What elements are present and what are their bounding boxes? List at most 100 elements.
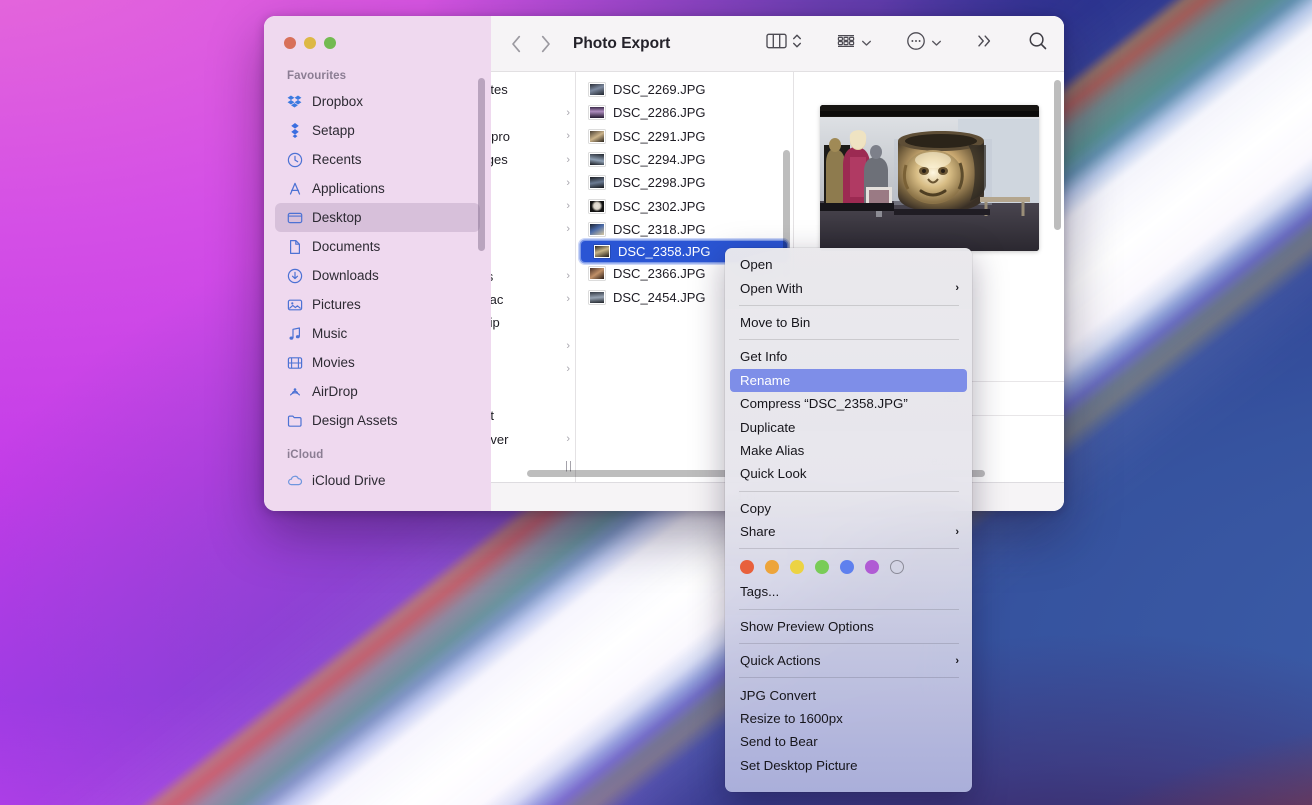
sidebar-item-recents[interactable]: Recents [275,145,480,174]
tag-colour-button[interactable] [840,560,854,574]
view-stepper-icon[interactable] [792,32,802,55]
sidebar-item-music[interactable]: Music [275,319,480,348]
menu-item[interactable]: Tags... [725,580,972,603]
menu-item[interactable]: Quick Actions› [725,649,972,672]
column1-row[interactable] [491,241,576,264]
column1-row[interactable]: es› [491,171,576,194]
column1-row[interactable]: › [491,218,576,241]
menu-item[interactable]: Share› [725,520,972,543]
menu-item-label: JPG Convert [740,688,816,703]
tag-colour-button[interactable] [765,560,779,574]
menu-item[interactable]: Duplicate [725,415,972,438]
file-row[interactable]: DSC_2302.JPG [576,194,793,217]
file-row[interactable]: DSC_2294.JPG [576,148,793,171]
menu-item[interactable]: JPG Convert [725,683,972,706]
column1-row[interactable]: iff› [491,334,576,357]
sidebar-item-desktop[interactable]: Desktop [275,203,480,232]
menu-item[interactable]: Show Preview Options [725,615,972,638]
tag-colour-button[interactable] [740,560,754,574]
column1-row-label: eensaver [491,432,559,447]
search-icon[interactable] [1028,31,1048,56]
column1-row[interactable] [491,381,576,404]
column1-row[interactable]: e images› [491,148,576,171]
sidebar-scroll-area[interactable]: Favourites Dropbox Setapp Recents Applic… [264,49,491,495]
tag-colour-button[interactable] [815,560,829,574]
menu-item[interactable]: Open [725,253,972,276]
sidebar-item-movies[interactable]: Movies [275,348,480,377]
context-menu[interactable]: OpenOpen With›Move to BinGet InfoRenameC… [725,248,972,792]
sidebar-item-label: iCloud Drive [312,473,386,488]
file-row[interactable]: DSC_2291.JPG [576,125,793,148]
column1-vertical-scrollbar[interactable] [478,78,485,251]
column1-row[interactable]: rpods pro› [491,125,576,148]
sidebar-item-icloud-drive[interactable]: iCloud Drive [275,466,480,495]
menu-item[interactable]: Quick Look [725,462,972,485]
actions-control[interactable] [906,31,942,56]
file-row[interactable]: DSC_2298.JPG [576,171,793,194]
cloud-icon [286,472,303,489]
more-actions-icon[interactable] [906,31,926,56]
column-view-icon[interactable] [766,32,787,55]
chevron-down-icon[interactable] [931,35,942,53]
file-row[interactable]: DSC_2269.JPG [576,78,793,101]
menu-item[interactable]: Get Info [725,345,972,368]
sidebar-item-setapp[interactable]: Setapp [275,116,480,145]
column1-row[interactable]: ost.odt [491,404,576,427]
tag-none-button[interactable] [890,560,904,574]
overflow-control[interactable] [976,33,994,54]
sidebar-item-documents[interactable]: Documents [275,232,480,261]
zoom-button[interactable] [324,37,336,49]
window-controls[interactable] [264,16,491,49]
menu-item[interactable]: Make Alias [725,439,972,462]
column1-row[interactable]: › [491,358,576,381]
finder-sidebar[interactable]: Favourites Dropbox Setapp Recents Applic… [264,16,491,511]
finder-column-1[interactable]: prewritesm1 vs›rpods pro›e images›es›››m… [491,72,576,482]
column1-row[interactable]: macos› [491,264,576,287]
menu-item[interactable]: Open With› [725,276,972,299]
finder-toolbar[interactable]: Photo Export [491,16,1064,72]
applications-icon [286,180,303,197]
sidebar-item-downloads[interactable]: Downloads [275,261,480,290]
tag-colour-row[interactable] [725,554,972,580]
column1-row[interactable]: mac.zip [491,311,576,334]
menu-item[interactable]: Rename [730,369,967,392]
sidebar-item-pictures[interactable]: Pictures [275,290,480,319]
menu-item[interactable]: Compress “DSC_2358.JPG” [725,392,972,415]
close-button[interactable] [284,37,296,49]
overflow-chevrons-icon[interactable] [976,33,994,54]
tag-colour-button[interactable] [790,560,804,574]
column1-row[interactable]: › [491,194,576,217]
column1-row[interactable]: eensaver › [491,427,576,450]
menu-item[interactable]: Move to Bin [725,311,972,334]
preview-vertical-scrollbar[interactable] [1054,80,1061,230]
menu-item[interactable]: Set Desktop Picture [725,754,972,777]
group-by-icon[interactable] [836,32,856,55]
menu-item[interactable]: Resize to 1600px [725,707,972,730]
sidebar-item-design-assets[interactable]: Design Assets [275,406,480,435]
sidebar-item-applications[interactable]: Applications [275,174,480,203]
chevron-down-icon[interactable] [861,35,872,53]
tag-colour-button[interactable] [865,560,879,574]
menu-item-label: Send to Bear [740,734,818,749]
search-control[interactable] [1028,31,1048,56]
view-mode-control[interactable] [766,32,802,55]
forward-button[interactable] [540,35,551,53]
column1-row[interactable]: ew-imac› [491,288,576,311]
file-row[interactable]: DSC_2318.JPG [576,218,793,241]
sidebar-item-airdrop[interactable]: AirDrop [275,377,480,406]
chevron-right-icon: › [566,433,570,445]
group-by-control[interactable] [836,32,872,55]
column1-row[interactable]: m1 vs› [491,101,576,124]
menu-item[interactable]: Send to Bear [725,730,972,753]
file-row[interactable]: DSC_2286.JPG [576,101,793,124]
menu-item[interactable]: Copy [725,497,972,520]
sidebar-item-dropbox[interactable]: Dropbox [275,87,480,116]
column1-rows[interactable]: prewritesm1 vs›rpods pro›e images›es›››m… [491,72,576,482]
column1-row[interactable]: prewrites [491,78,576,101]
menu-item-label: Show Preview Options [740,619,874,634]
chevron-right-icon: › [566,363,570,375]
minimise-button[interactable] [304,37,316,49]
file-name-label: DSC_2294.JPG [613,152,785,167]
sidebar-item-label: Setapp [312,123,355,138]
back-button[interactable] [511,35,522,53]
